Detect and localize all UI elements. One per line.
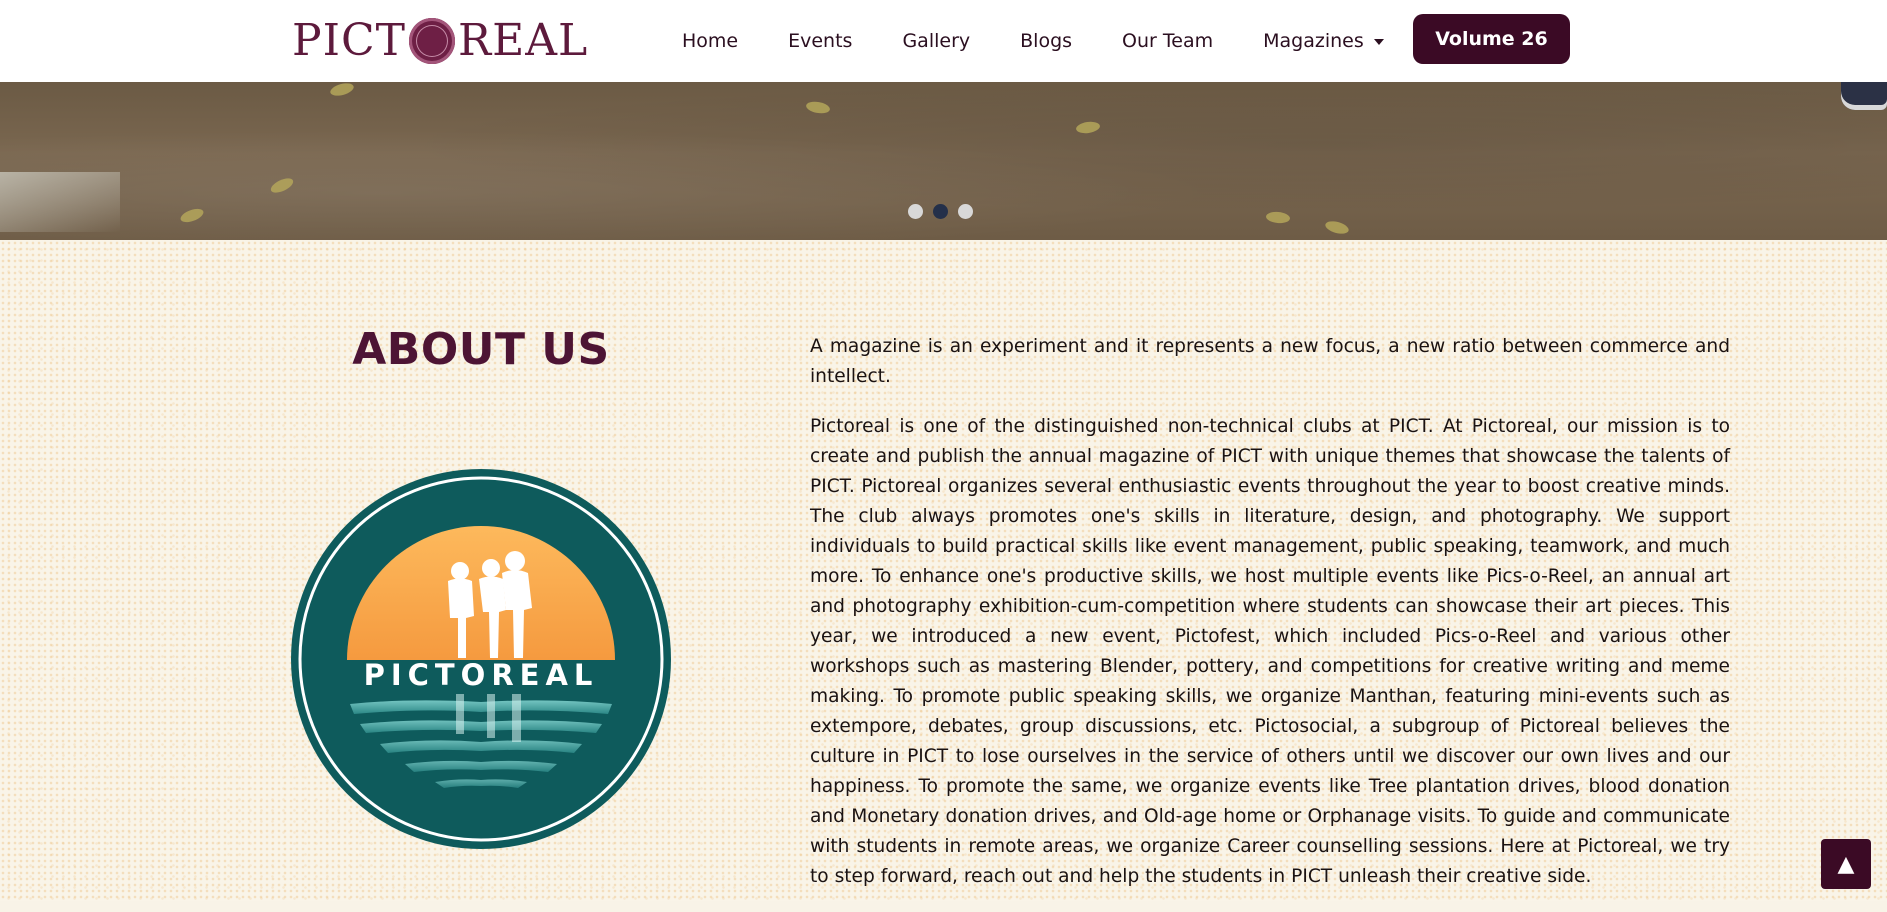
pictoreal-club-logo: PICTOREAL: [291, 469, 671, 849]
nav-our-team-link[interactable]: Our Team: [1122, 30, 1213, 52]
pictoreal-logo[interactable]: PICT REAL: [292, 14, 588, 68]
hero-leaf: [328, 82, 356, 98]
about-description: A magazine is an experiment and it repre…: [810, 332, 1730, 912]
carousel-dot-1[interactable]: [908, 204, 923, 219]
scroll-to-top-button[interactable]: ▲: [1821, 839, 1871, 889]
about-intro-paragraph: A magazine is an experiment and it repre…: [810, 336, 1730, 387]
hero-leaf: [178, 206, 206, 225]
nav-gallery-link[interactable]: Gallery: [902, 30, 970, 52]
brand-text-left: PICT: [292, 15, 406, 66]
brand-text-right: REAL: [458, 15, 589, 66]
logo-text: PICTOREAL: [364, 658, 599, 692]
nav-home-link[interactable]: Home: [682, 30, 738, 52]
hero-leaf: [1323, 219, 1351, 236]
about-section: ABOUT US PICTOREAL A magazine is an expe…: [0, 240, 1887, 901]
brand-seal-icon: [409, 18, 455, 64]
nav-magazines-label: Magazines: [1263, 30, 1364, 52]
hero-leaf: [1265, 210, 1291, 225]
caret-down-icon: [1373, 38, 1384, 45]
carousel-indicators: [908, 204, 983, 219]
top-navbar: PICT REAL Home Events Gallery Blogs Our …: [0, 0, 1887, 82]
nav-blogs-link[interactable]: Blogs: [1020, 30, 1072, 52]
main-nav: Home Events Gallery Blogs Our Team Magaz…: [682, 0, 1434, 82]
hero-leaf: [1075, 120, 1101, 135]
hero-carousel: [0, 82, 1887, 240]
hero-shoe: [1841, 82, 1887, 110]
about-title: ABOUT US: [352, 324, 610, 375]
about-body-paragraph: Pictoreal is one of the distinguished no…: [810, 416, 1730, 887]
nav-magazines-dropdown[interactable]: Magazines: [1263, 30, 1384, 52]
hero-leaf: [805, 99, 831, 116]
hero-leaf: [268, 175, 296, 196]
volume-button[interactable]: Volume 26: [1413, 14, 1570, 64]
arrow-up-icon: ▲: [1837, 851, 1855, 877]
nav-events-link[interactable]: Events: [788, 30, 852, 52]
hero-chalk-mark: [0, 172, 120, 232]
carousel-dot-2[interactable]: [933, 204, 948, 219]
carousel-dot-3[interactable]: [958, 204, 973, 219]
